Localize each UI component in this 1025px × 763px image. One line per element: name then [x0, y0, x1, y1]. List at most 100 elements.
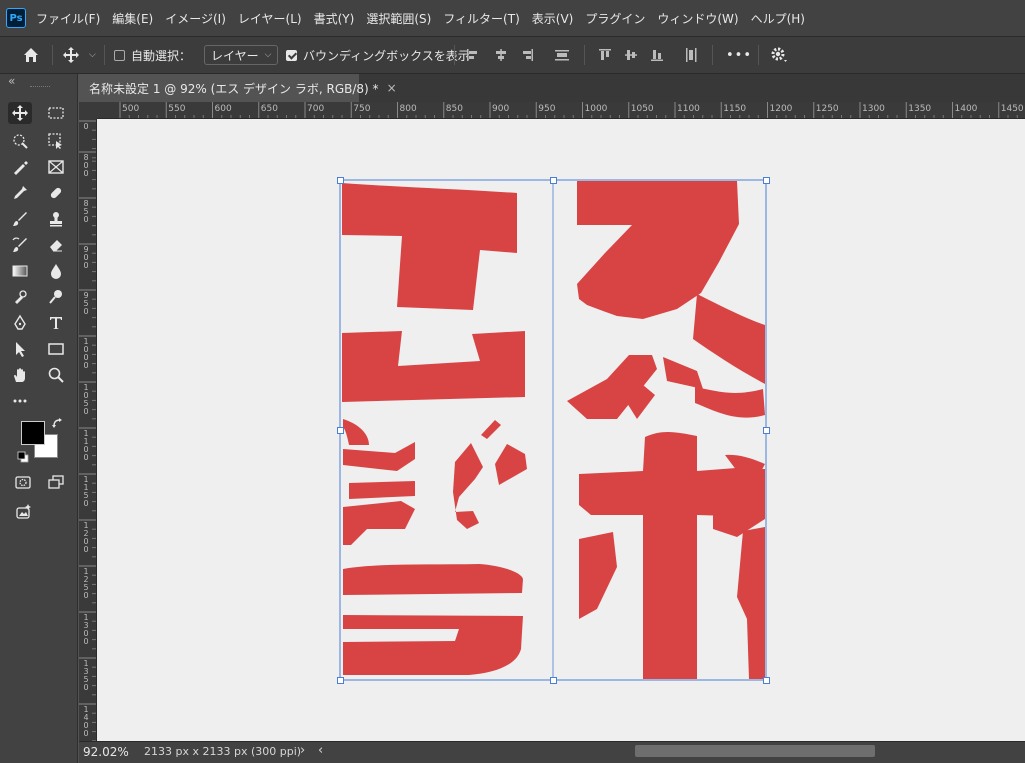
menu-layer[interactable]: レイヤー(L)	[238, 10, 302, 27]
collapse-panel-button[interactable]: «	[8, 74, 15, 88]
menu-type[interactable]: 書式(Y)	[314, 10, 355, 27]
tool-preset-chevron-down-icon[interactable]: ⌵	[89, 37, 96, 73]
menu-file[interactable]: ファイル(F)	[36, 10, 100, 27]
menu-edit[interactable]: 編集(E)	[112, 10, 153, 27]
ruler-tick-label: 1300	[83, 613, 89, 646]
align-vertical-center-icon[interactable]	[624, 37, 638, 73]
menu-plugins[interactable]: プラグイン	[585, 10, 645, 27]
brush-tool-icon[interactable]	[8, 208, 32, 230]
transform-handle[interactable]	[336, 176, 344, 184]
ruler-tick-label: 1250	[815, 104, 839, 114]
ruler-tick-label: 0	[83, 122, 89, 131]
align-right-icon[interactable]	[520, 37, 534, 73]
eyedropper-tool-icon[interactable]	[8, 182, 32, 204]
gradient-tool-icon[interactable]	[8, 260, 32, 282]
zoom-level[interactable]: 92.02%	[83, 745, 129, 759]
transform-handle[interactable]	[549, 676, 557, 684]
smudge-tool-icon[interactable]	[8, 286, 32, 308]
menu-view[interactable]: 表示(V)	[532, 10, 574, 27]
auto-select-checkbox[interactable]	[114, 49, 125, 61]
menu-window[interactable]: ウィンドウ(W)	[657, 10, 738, 27]
zoom-tool-icon[interactable]	[44, 364, 68, 386]
show-bounding-box-option: バウンディングボックスを表示	[286, 37, 470, 73]
menu-help[interactable]: ヘルプ(H)	[751, 10, 805, 27]
menu-image[interactable]: イメージ(I)	[165, 10, 226, 27]
pen-tool-icon[interactable]	[8, 312, 32, 334]
pen-path-tool-icon[interactable]	[8, 156, 32, 178]
ruler-tick-label: 1050	[630, 104, 654, 114]
more-options-button[interactable]: •••	[726, 37, 752, 73]
menu-select[interactable]: 選択範囲(S)	[366, 10, 431, 27]
move-tool-icon[interactable]	[62, 37, 80, 73]
history-brush-tool-icon[interactable]	[8, 234, 32, 256]
scroll-left-arrow-icon[interactable]: ‹	[318, 743, 323, 758]
ruler-tick-label: 1300	[862, 104, 885, 114]
frame-tool-icon[interactable]	[44, 156, 68, 178]
align-left-icon[interactable]	[466, 37, 480, 73]
clone-stamp-tool-icon[interactable]	[44, 208, 68, 230]
ruler-tick-label: 900	[492, 104, 510, 114]
hand-tool-icon[interactable]	[8, 364, 32, 386]
home-icon[interactable]	[22, 37, 40, 73]
menu-filter[interactable]: フィルター(T)	[443, 10, 519, 27]
transform-handle[interactable]	[336, 676, 344, 684]
screen-mode-icon[interactable]	[44, 471, 68, 493]
document-tab[interactable]: 名称未設定 1 @ 92% (エス デザイン ラボ, RGB/8) * ×	[79, 74, 397, 102]
ruler-tick-label: 550	[168, 104, 186, 114]
artwork-canvas[interactable]	[97, 119, 1025, 741]
generative-fill-icon[interactable]	[12, 501, 36, 523]
ruler-tick-label: 600	[214, 104, 232, 114]
ruler-tick-label: 1150	[723, 104, 747, 114]
status-menu-arrow-icon[interactable]: ›	[300, 743, 305, 758]
healing-brush-tool-icon[interactable]	[44, 182, 68, 204]
ruler-tick-label: 750	[353, 104, 371, 114]
transform-handle[interactable]	[762, 426, 770, 434]
distribute-horizontal-icon[interactable]	[684, 37, 698, 73]
horizontal-scrollbar-thumb[interactable]	[635, 745, 875, 757]
ruler-origin[interactable]	[79, 102, 97, 119]
ruler-tick-label: 1200	[83, 521, 89, 554]
transform-handle[interactable]	[336, 426, 344, 434]
distribute-vertical-icon[interactable]	[554, 37, 570, 73]
move-tool-icon[interactable]	[8, 102, 32, 124]
canvas-area[interactable]	[97, 119, 1025, 741]
dodge-tool-icon[interactable]	[44, 286, 68, 308]
eraser-tool-icon[interactable]	[44, 234, 68, 256]
path-selection-tool-icon[interactable]	[8, 338, 32, 360]
ruler-tick-label: 900	[83, 245, 89, 270]
transform-handle[interactable]	[549, 176, 557, 184]
align-top-icon[interactable]	[598, 37, 612, 73]
glyph-ra	[343, 564, 523, 675]
foreground-color-swatch[interactable]	[21, 421, 45, 445]
default-colors-icon[interactable]	[17, 451, 29, 466]
ruler-tick-label: 1400	[83, 705, 89, 738]
bounding-box-label: バウンディングボックスを表示	[303, 48, 470, 63]
transform-handle[interactable]	[762, 176, 770, 184]
document-tab-title: 名称未設定 1 @ 92% (エス デザイン ラボ, RGB/8) *	[89, 81, 379, 96]
ruler-tick-label: 500	[122, 104, 140, 114]
rectangle-tool-icon[interactable]	[44, 338, 68, 360]
swap-colors-icon[interactable]	[52, 418, 64, 433]
ruler-tick-label: 800	[83, 153, 89, 178]
horizontal-ruler[interactable]: 500 550 600 650 700 750 800 850 900 950 1000 1050 11…	[97, 102, 1025, 119]
align-horizontal-center-icon[interactable]	[494, 37, 508, 73]
type-tool-icon[interactable]	[44, 312, 68, 334]
auto-select-target-dropdown[interactable]: レイヤー ⌵	[204, 37, 279, 73]
vertical-ruler[interactable]: 0 800 850 900 950 1000 1050 1100 1150 1200 1250 130…	[79, 119, 97, 741]
object-selection-tool-icon[interactable]	[8, 130, 32, 152]
ruler-tick-label: 950	[83, 291, 89, 316]
close-icon[interactable]: ×	[387, 81, 397, 95]
crop-select-tool-icon[interactable]	[44, 130, 68, 152]
chevron-down-icon: ⌵	[264, 50, 272, 60]
edit-toolbar-more-icon[interactable]	[8, 390, 32, 412]
quick-mask-mode-icon[interactable]	[11, 471, 35, 493]
gear-icon[interactable]	[770, 37, 788, 73]
transform-handle[interactable]	[762, 676, 770, 684]
align-bottom-icon[interactable]	[650, 37, 664, 73]
rectangular-marquee-tool-icon[interactable]	[44, 102, 68, 124]
bounding-box-checkbox[interactable]	[286, 49, 297, 61]
panel-grip[interactable]	[30, 86, 50, 89]
photoshop-logo[interactable]: Ps	[6, 8, 26, 28]
blur-tool-icon[interactable]	[44, 260, 68, 282]
options-bar: ⌵ 自動選択： レイヤー ⌵ バウンディングボックスを表示 •••	[0, 36, 1025, 74]
